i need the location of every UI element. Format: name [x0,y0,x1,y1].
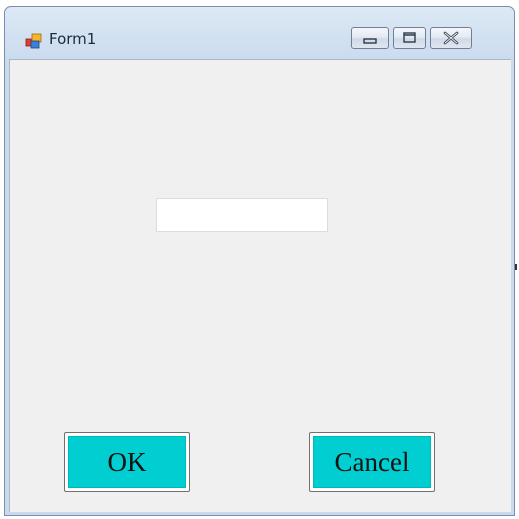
form1-window: Form1 OK Cancel [4,6,515,516]
resize-edge-marker [515,264,517,270]
ok-button-label: OK [68,436,186,488]
text-input[interactable] [156,198,328,232]
form-client-area: OK Cancel [9,59,511,512]
cancel-button-label: Cancel [313,436,431,488]
cancel-button[interactable]: Cancel [309,432,435,492]
maximize-button[interactable] [393,27,426,49]
close-icon [443,31,459,45]
close-button[interactable] [430,27,472,49]
window-title: Form1 [49,30,97,48]
minimize-button[interactable] [351,27,389,49]
minimize-icon [363,38,377,44]
maximize-icon [403,32,416,43]
ok-button[interactable]: OK [64,432,190,492]
title-bar[interactable]: Form1 [5,7,514,59]
form-app-icon[interactable] [25,32,43,50]
